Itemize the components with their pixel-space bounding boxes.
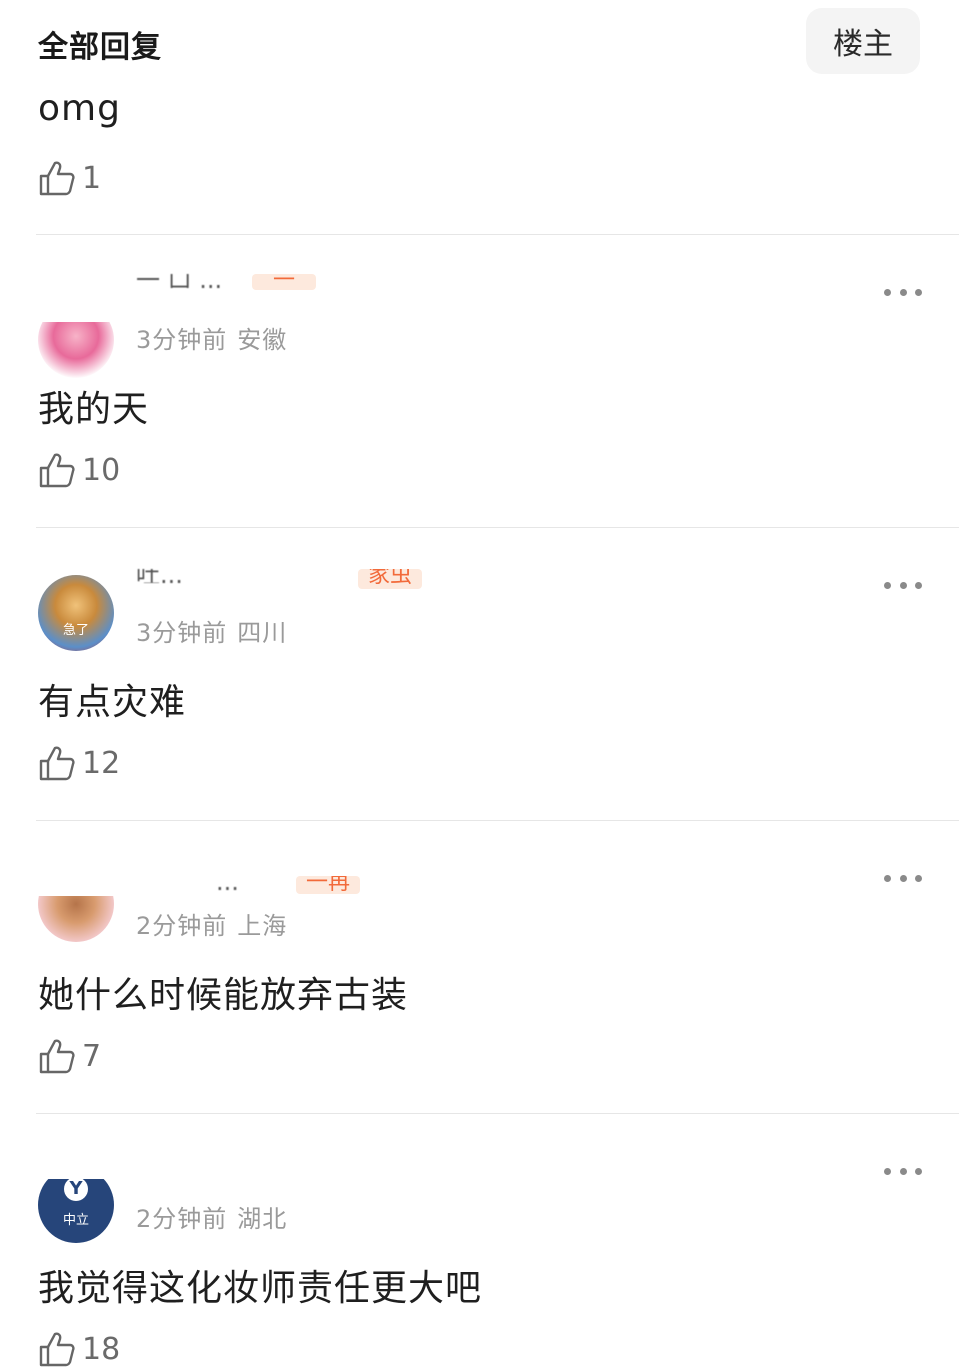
avatar-mask <box>30 860 126 896</box>
comment-location: 湖北 <box>237 1205 288 1233</box>
comment-content: omg <box>38 88 121 129</box>
user-badge: 家虫 <box>358 569 422 589</box>
username: 吐... <box>136 569 183 583</box>
comment-time: 2分钟前 <box>136 1205 228 1233</box>
more-options-button[interactable] <box>884 287 922 297</box>
avatar-caption: 急了 <box>62 623 89 638</box>
like-button[interactable]: 1 <box>38 158 101 198</box>
more-options-button[interactable] <box>884 1166 922 1176</box>
thumbs-up-icon <box>39 746 75 781</box>
comment-location: 四川 <box>237 619 288 647</box>
like-count: 18 <box>82 1331 121 1367</box>
username: ... <box>216 876 239 890</box>
username-partial[interactable]: ... 一再 <box>136 876 436 906</box>
comment-meta: 2分钟前 上海 <box>136 906 287 941</box>
avatar-mask <box>30 274 126 322</box>
like-button[interactable]: 7 <box>38 1036 101 1076</box>
avatar-mask <box>30 1153 126 1179</box>
thumbs-up-icon <box>39 161 75 196</box>
comment-meta: 3分钟前 安徽 <box>136 320 287 355</box>
more-dots-icon <box>884 288 891 296</box>
more-options-button[interactable] <box>884 580 922 590</box>
like-count: 10 <box>82 452 121 488</box>
comment-content: 我的天 <box>38 389 150 430</box>
comment-time: 3分钟前 <box>136 619 228 647</box>
username-partial[interactable] <box>136 1153 436 1183</box>
user-badge: 一再 <box>296 876 360 894</box>
comment-content: 她什么时候能放弃古装 <box>38 975 409 1016</box>
more-dots-icon <box>884 581 891 589</box>
comment-item: ... 一再 2分钟前 上海 她什么时候能放弃古装 7 <box>0 820 959 1113</box>
username-partial[interactable]: 吐... 家虫 <box>136 569 436 599</box>
thumbs-up-icon <box>39 453 75 488</box>
comment-item: omg 1 <box>0 0 959 234</box>
thumbs-up-icon <box>39 1039 75 1074</box>
like-button[interactable]: 10 <box>38 450 120 490</box>
like-count: 1 <box>82 160 102 196</box>
comment-location: 上海 <box>237 912 288 940</box>
like-button[interactable]: 12 <box>38 743 120 783</box>
comment-time: 3分钟前 <box>136 326 228 354</box>
username <box>136 1153 336 1167</box>
thumbs-up-icon <box>39 1332 75 1367</box>
comment-content: 我觉得这化妆师责任更大吧 <box>38 1268 483 1309</box>
comment-location: 安徽 <box>237 326 288 354</box>
more-dots-icon <box>884 1167 891 1175</box>
comment-meta: 3分钟前 四川 <box>136 613 287 648</box>
like-button[interactable]: 18 <box>38 1329 120 1369</box>
username-partial[interactable]: 一 口 ... 一 <box>136 274 436 304</box>
user-badge: 一 <box>252 274 316 290</box>
like-count: 7 <box>82 1038 102 1074</box>
comment-content: 有点灾难 <box>38 682 187 723</box>
comment-item: 急了 吐... 家虫 3分钟前 四川 有点灾难 12 <box>0 527 959 820</box>
comment-time: 2分钟前 <box>136 912 228 940</box>
avatar-caption: 中立 <box>62 1213 89 1228</box>
comment-meta: 2分钟前 湖北 <box>136 1199 287 1234</box>
comment-item: 一 口 ... 一 3分钟前 安徽 我的天 10 <box>0 234 959 527</box>
like-count: 12 <box>82 745 121 781</box>
comment-item: 中立 Y 2分钟前 湖北 我觉得这化妆师责任更大吧 18 <box>0 1113 959 1370</box>
user-avatar[interactable]: 急了 <box>38 575 114 651</box>
more-dots-icon <box>884 874 891 882</box>
more-options-button[interactable] <box>884 873 922 883</box>
y-emblem-icon: Y <box>64 1177 88 1201</box>
